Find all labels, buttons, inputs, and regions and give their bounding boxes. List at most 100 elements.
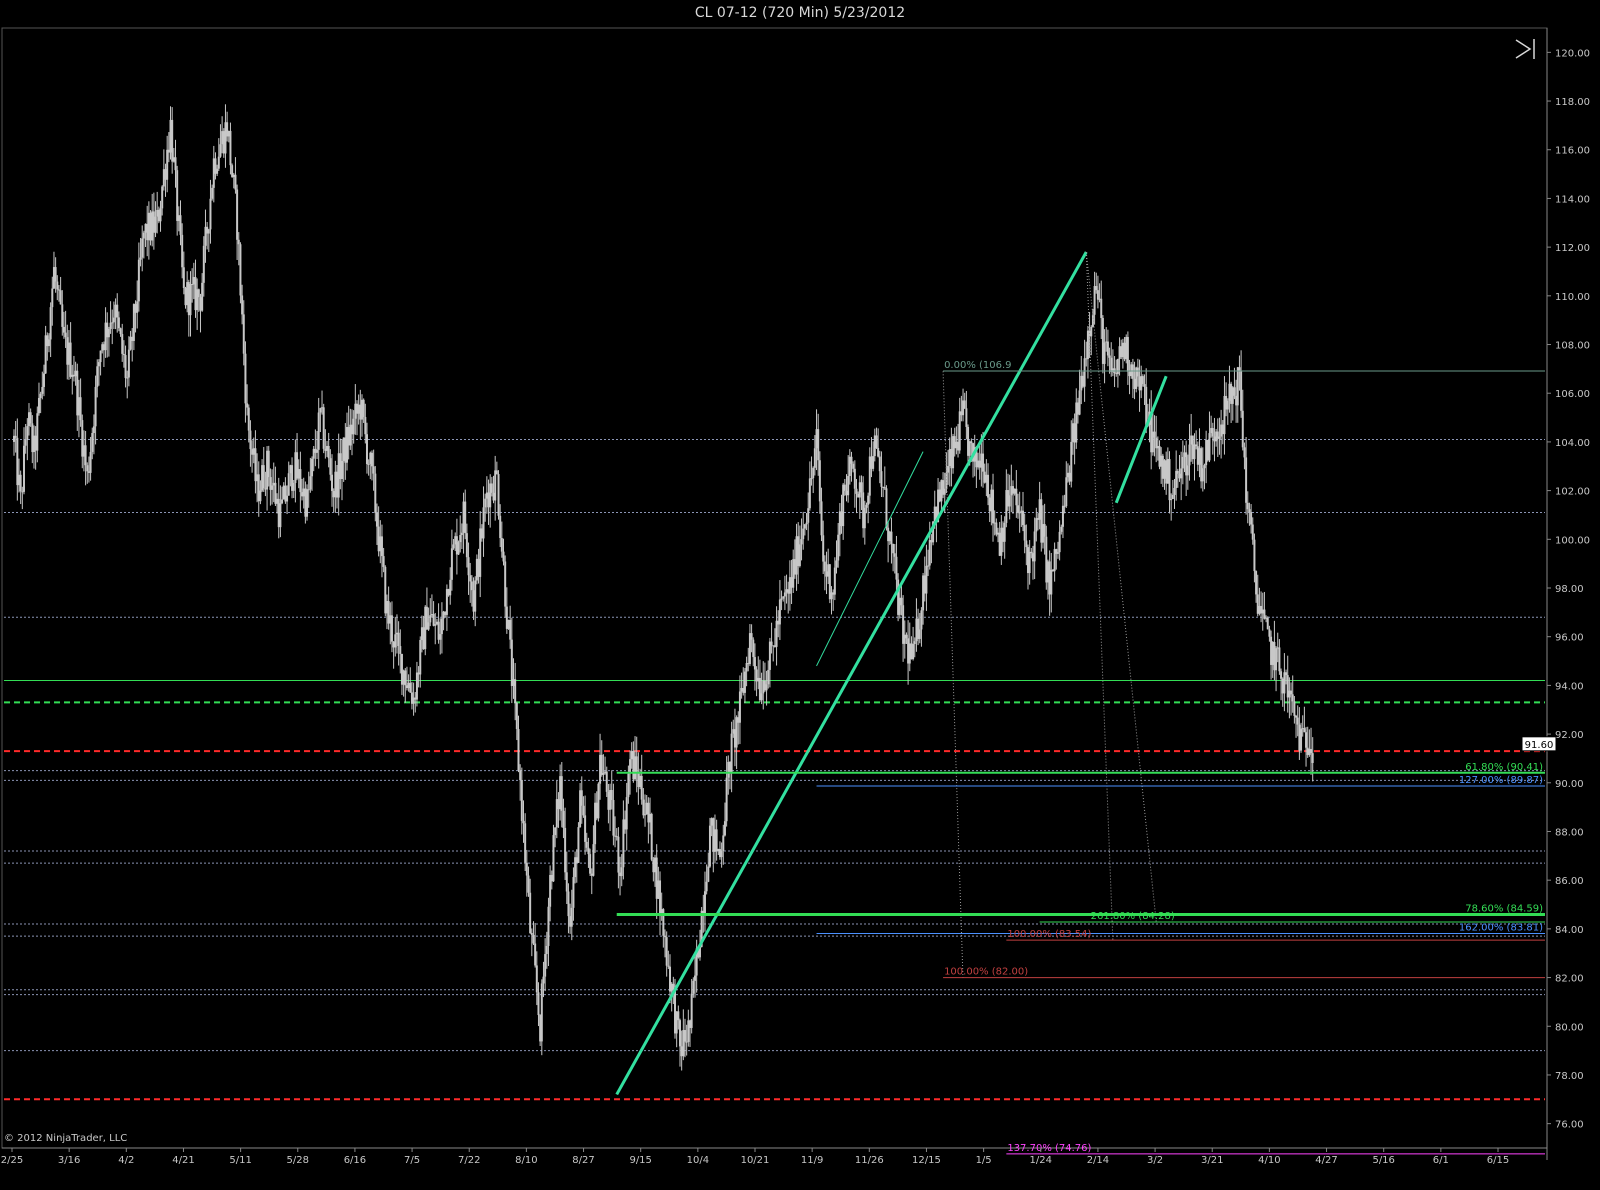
candle-body bbox=[1176, 470, 1179, 474]
candle-body bbox=[502, 551, 505, 562]
candle-body bbox=[41, 386, 44, 394]
candle-body bbox=[500, 538, 503, 552]
candle-body bbox=[803, 524, 806, 529]
candle-body bbox=[722, 835, 725, 851]
fib-label-2: 127.00% (89.87) bbox=[1459, 775, 1543, 786]
candle-body bbox=[885, 488, 888, 528]
price-chart[interactable]: 0.00% (106.9 61.80% (90.41) 127.00% (89.87… bbox=[0, 0, 1600, 1190]
candle-body bbox=[139, 257, 142, 260]
y-tick-label: 108.00 bbox=[1555, 341, 1590, 352]
candle-body bbox=[537, 992, 540, 1016]
candle-body bbox=[174, 157, 177, 171]
candle-body bbox=[380, 536, 383, 557]
candle-body bbox=[1290, 690, 1293, 695]
candle-body bbox=[1065, 477, 1068, 507]
candle-body bbox=[572, 877, 575, 908]
candle-body bbox=[640, 775, 643, 800]
candle-body bbox=[1050, 569, 1053, 595]
candle-body bbox=[1056, 552, 1059, 554]
candle-body bbox=[817, 429, 820, 461]
candle-body bbox=[1136, 367, 1139, 377]
skip-to-end-icon[interactable] bbox=[1515, 39, 1535, 59]
candle-body bbox=[900, 597, 903, 606]
y-tick-label: 86.00 bbox=[1555, 876, 1584, 887]
candle-body bbox=[913, 641, 916, 645]
candle-body bbox=[895, 556, 898, 580]
y-tick-label: 80.00 bbox=[1555, 1022, 1584, 1033]
candle-body bbox=[22, 445, 25, 492]
candle-body bbox=[1186, 465, 1189, 476]
candle-body bbox=[708, 825, 711, 867]
candle-body bbox=[1243, 447, 1246, 458]
candle-body bbox=[743, 671, 746, 693]
x-tick-label: 5/28 bbox=[287, 1155, 309, 1166]
candle-body bbox=[1303, 728, 1306, 733]
candle-body bbox=[810, 478, 813, 480]
candle-body bbox=[524, 823, 527, 863]
candle-body bbox=[690, 993, 693, 1028]
candle-body bbox=[89, 451, 92, 473]
candle-body bbox=[26, 426, 29, 441]
candle-body bbox=[1250, 512, 1253, 525]
candle-body bbox=[535, 965, 538, 993]
candle-body bbox=[720, 850, 723, 858]
candle-body bbox=[317, 412, 320, 450]
candle-body bbox=[835, 560, 838, 568]
x-tick-label: 12/15 bbox=[912, 1155, 941, 1166]
y-tick-label: 106.00 bbox=[1555, 389, 1590, 400]
candle-body bbox=[912, 644, 915, 660]
candle-body bbox=[216, 168, 219, 174]
x-axis: 2/25 3/16 4/2 4/21 5/11 5/28 6/16 7/5 7/22 8/10 8/… bbox=[1, 1148, 1509, 1166]
candle-body bbox=[1311, 753, 1314, 763]
candle-body bbox=[1126, 336, 1129, 372]
candle-body bbox=[880, 471, 883, 487]
candle-body bbox=[136, 301, 139, 313]
y-tick-label: 82.00 bbox=[1555, 974, 1584, 985]
candle-body bbox=[309, 476, 312, 490]
candle-body bbox=[610, 790, 613, 801]
candle-body bbox=[509, 619, 512, 640]
candle-body bbox=[242, 314, 245, 354]
candle-body bbox=[51, 288, 54, 308]
candle-body bbox=[474, 580, 477, 612]
candle-body bbox=[1236, 367, 1239, 406]
candle-body bbox=[968, 441, 971, 456]
candle-body bbox=[644, 814, 647, 816]
candle-body bbox=[517, 729, 520, 771]
x-tick-label: 4/27 bbox=[1315, 1155, 1337, 1166]
candle-body bbox=[970, 441, 973, 444]
candle-body bbox=[217, 156, 220, 169]
candle-body bbox=[525, 862, 528, 876]
candle-body bbox=[770, 641, 773, 646]
fib-label-7: 100.00% (82.00) bbox=[944, 967, 1028, 978]
candle-body bbox=[822, 535, 825, 562]
candle-body bbox=[465, 533, 468, 558]
candle-body bbox=[875, 435, 878, 448]
candle-body bbox=[229, 130, 232, 166]
x-tick-label: 9/15 bbox=[629, 1155, 651, 1166]
candle-body bbox=[760, 693, 763, 701]
candle-body bbox=[432, 614, 435, 626]
candle-body bbox=[852, 463, 855, 469]
candle-body bbox=[201, 282, 204, 311]
candle-body bbox=[863, 507, 866, 529]
x-tick-label: 7/22 bbox=[458, 1155, 480, 1166]
candle-body bbox=[279, 503, 282, 528]
candle-body bbox=[367, 463, 370, 465]
x-tick-label: 4/21 bbox=[172, 1155, 194, 1166]
candle-body bbox=[1103, 342, 1106, 364]
candle-body bbox=[589, 854, 592, 874]
candle-body bbox=[86, 465, 89, 472]
candle-body bbox=[520, 780, 523, 821]
candle-body bbox=[872, 456, 875, 469]
candle-body bbox=[650, 813, 653, 860]
candle-body bbox=[459, 535, 462, 543]
candle-body bbox=[958, 411, 961, 451]
skip-arrow bbox=[1515, 39, 1532, 59]
candle-body bbox=[467, 557, 470, 576]
y-tick-label: 110.00 bbox=[1555, 292, 1590, 303]
candle-body bbox=[1283, 672, 1286, 694]
candle-body bbox=[236, 189, 239, 240]
candle-body bbox=[247, 407, 250, 431]
candle-body bbox=[1181, 456, 1184, 469]
